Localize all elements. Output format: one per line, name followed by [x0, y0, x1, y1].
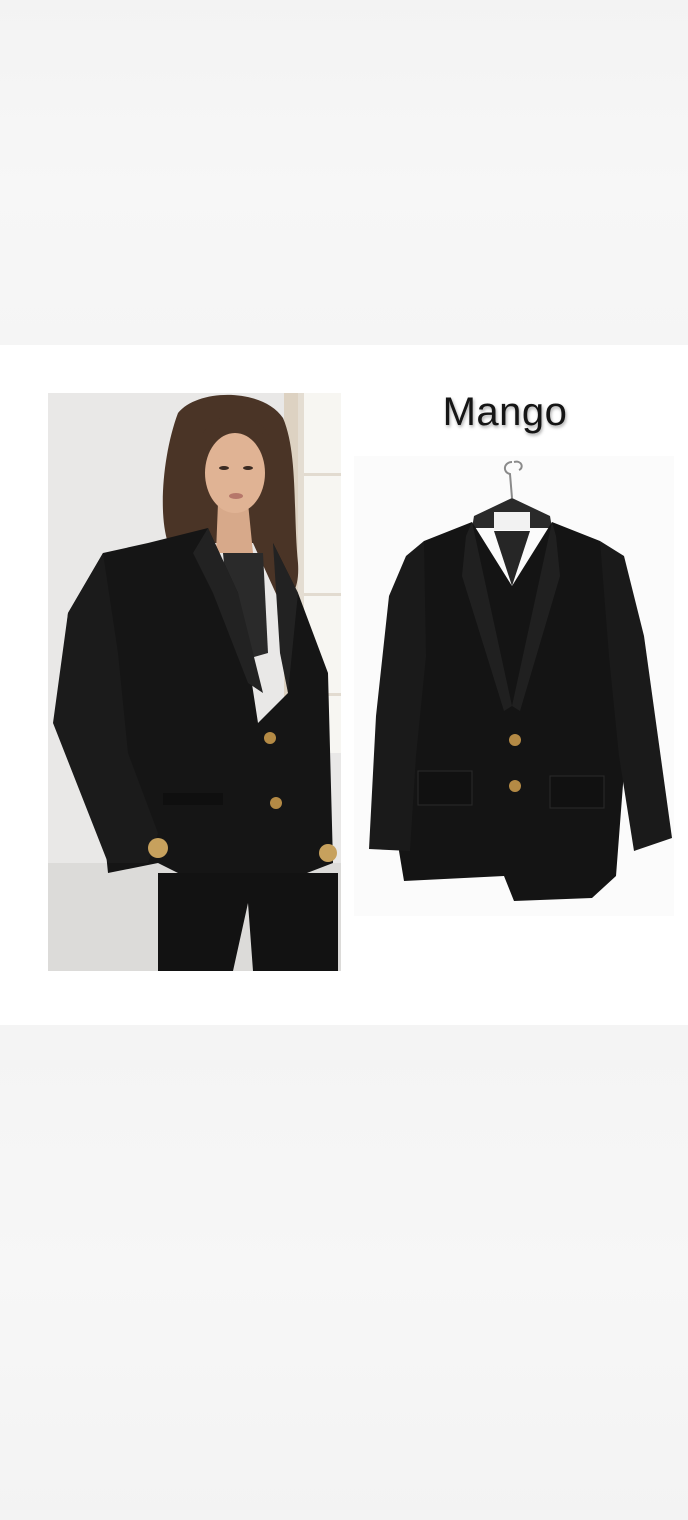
product-photo [354, 456, 674, 916]
model-photo [48, 393, 341, 971]
brand-title: Mango [442, 390, 568, 434]
bottom-background-band [0, 1025, 688, 1520]
top-background-band [0, 0, 688, 345]
